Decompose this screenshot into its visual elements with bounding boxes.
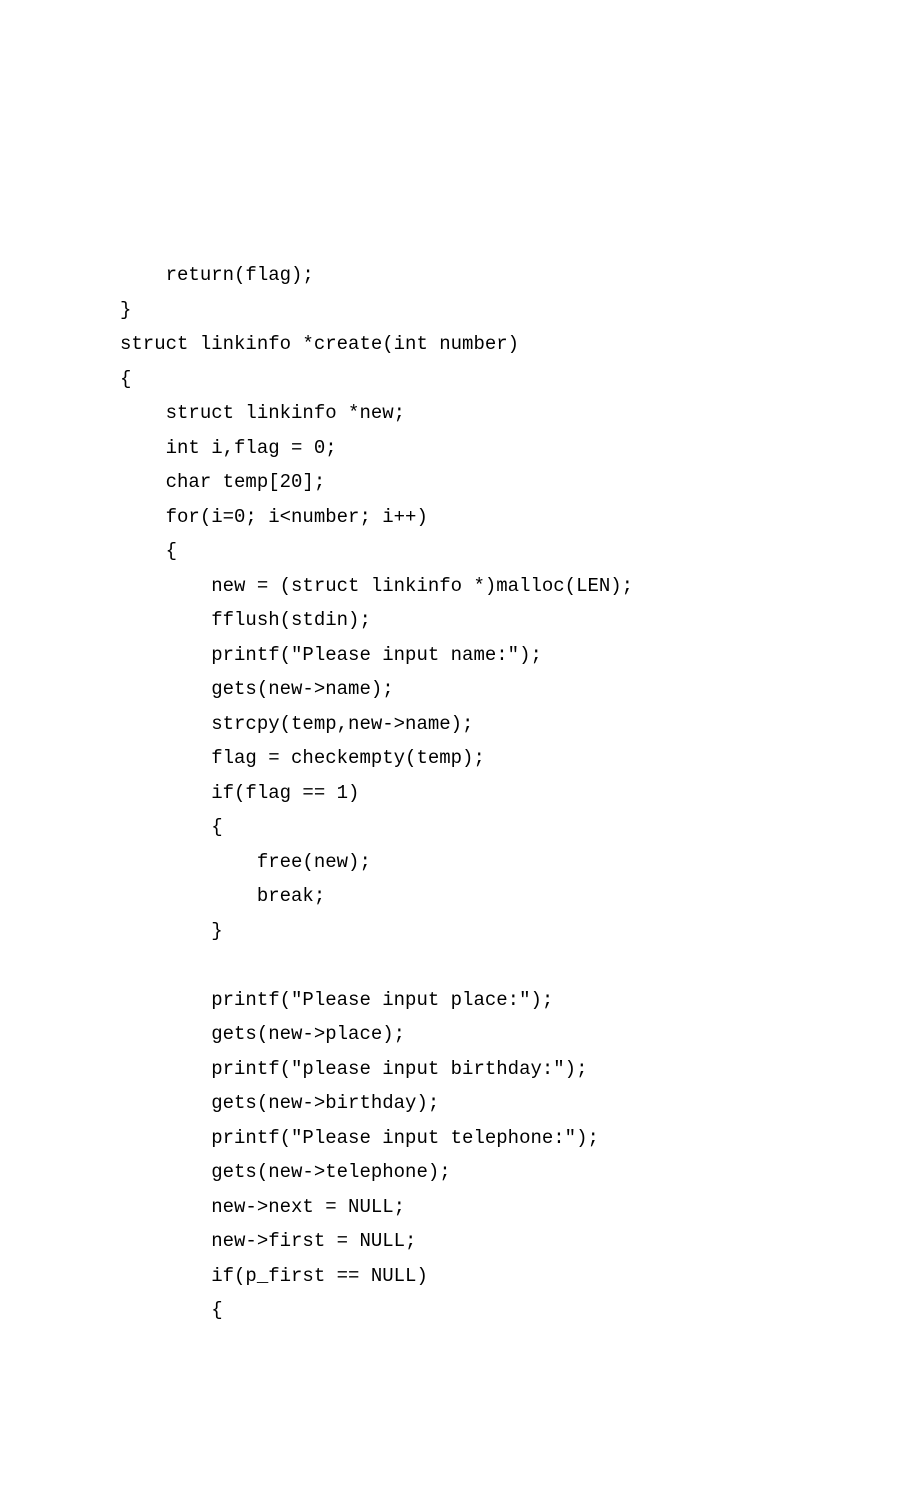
code-block: return(flag); } struct linkinfo *create(… <box>120 258 800 1328</box>
